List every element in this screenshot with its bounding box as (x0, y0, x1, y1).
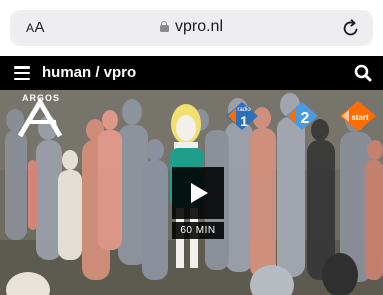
url-text: vpro.nl (174, 18, 224, 35)
reload-icon[interactable] (339, 16, 363, 40)
address-bar[interactable]: AA vpro.nl (10, 10, 373, 46)
url-display[interactable]: vpro.nl (10, 18, 373, 36)
video-duration-badge: 60 MIN (172, 222, 224, 239)
npo-start-logo-icon: start (340, 101, 376, 131)
lock-icon (159, 21, 169, 32)
npo-2-logo-icon: 2 (286, 102, 318, 130)
site-header: human / vpro (0, 56, 383, 90)
npo-radio-number: 1 (240, 113, 248, 129)
npo-start-label: start (351, 113, 369, 122)
search-icon[interactable] (353, 63, 373, 83)
play-icon (191, 183, 208, 203)
menu-icon[interactable] (14, 66, 30, 81)
browser-toolbar: AA vpro.nl (0, 0, 383, 56)
site-brand[interactable]: human / vpro (42, 64, 136, 81)
npo-2-number: 2 (301, 110, 310, 127)
play-button[interactable] (172, 167, 224, 219)
argos-logo-icon (17, 97, 62, 138)
npo-radio-1-logo-icon: radio 1 (226, 102, 258, 130)
